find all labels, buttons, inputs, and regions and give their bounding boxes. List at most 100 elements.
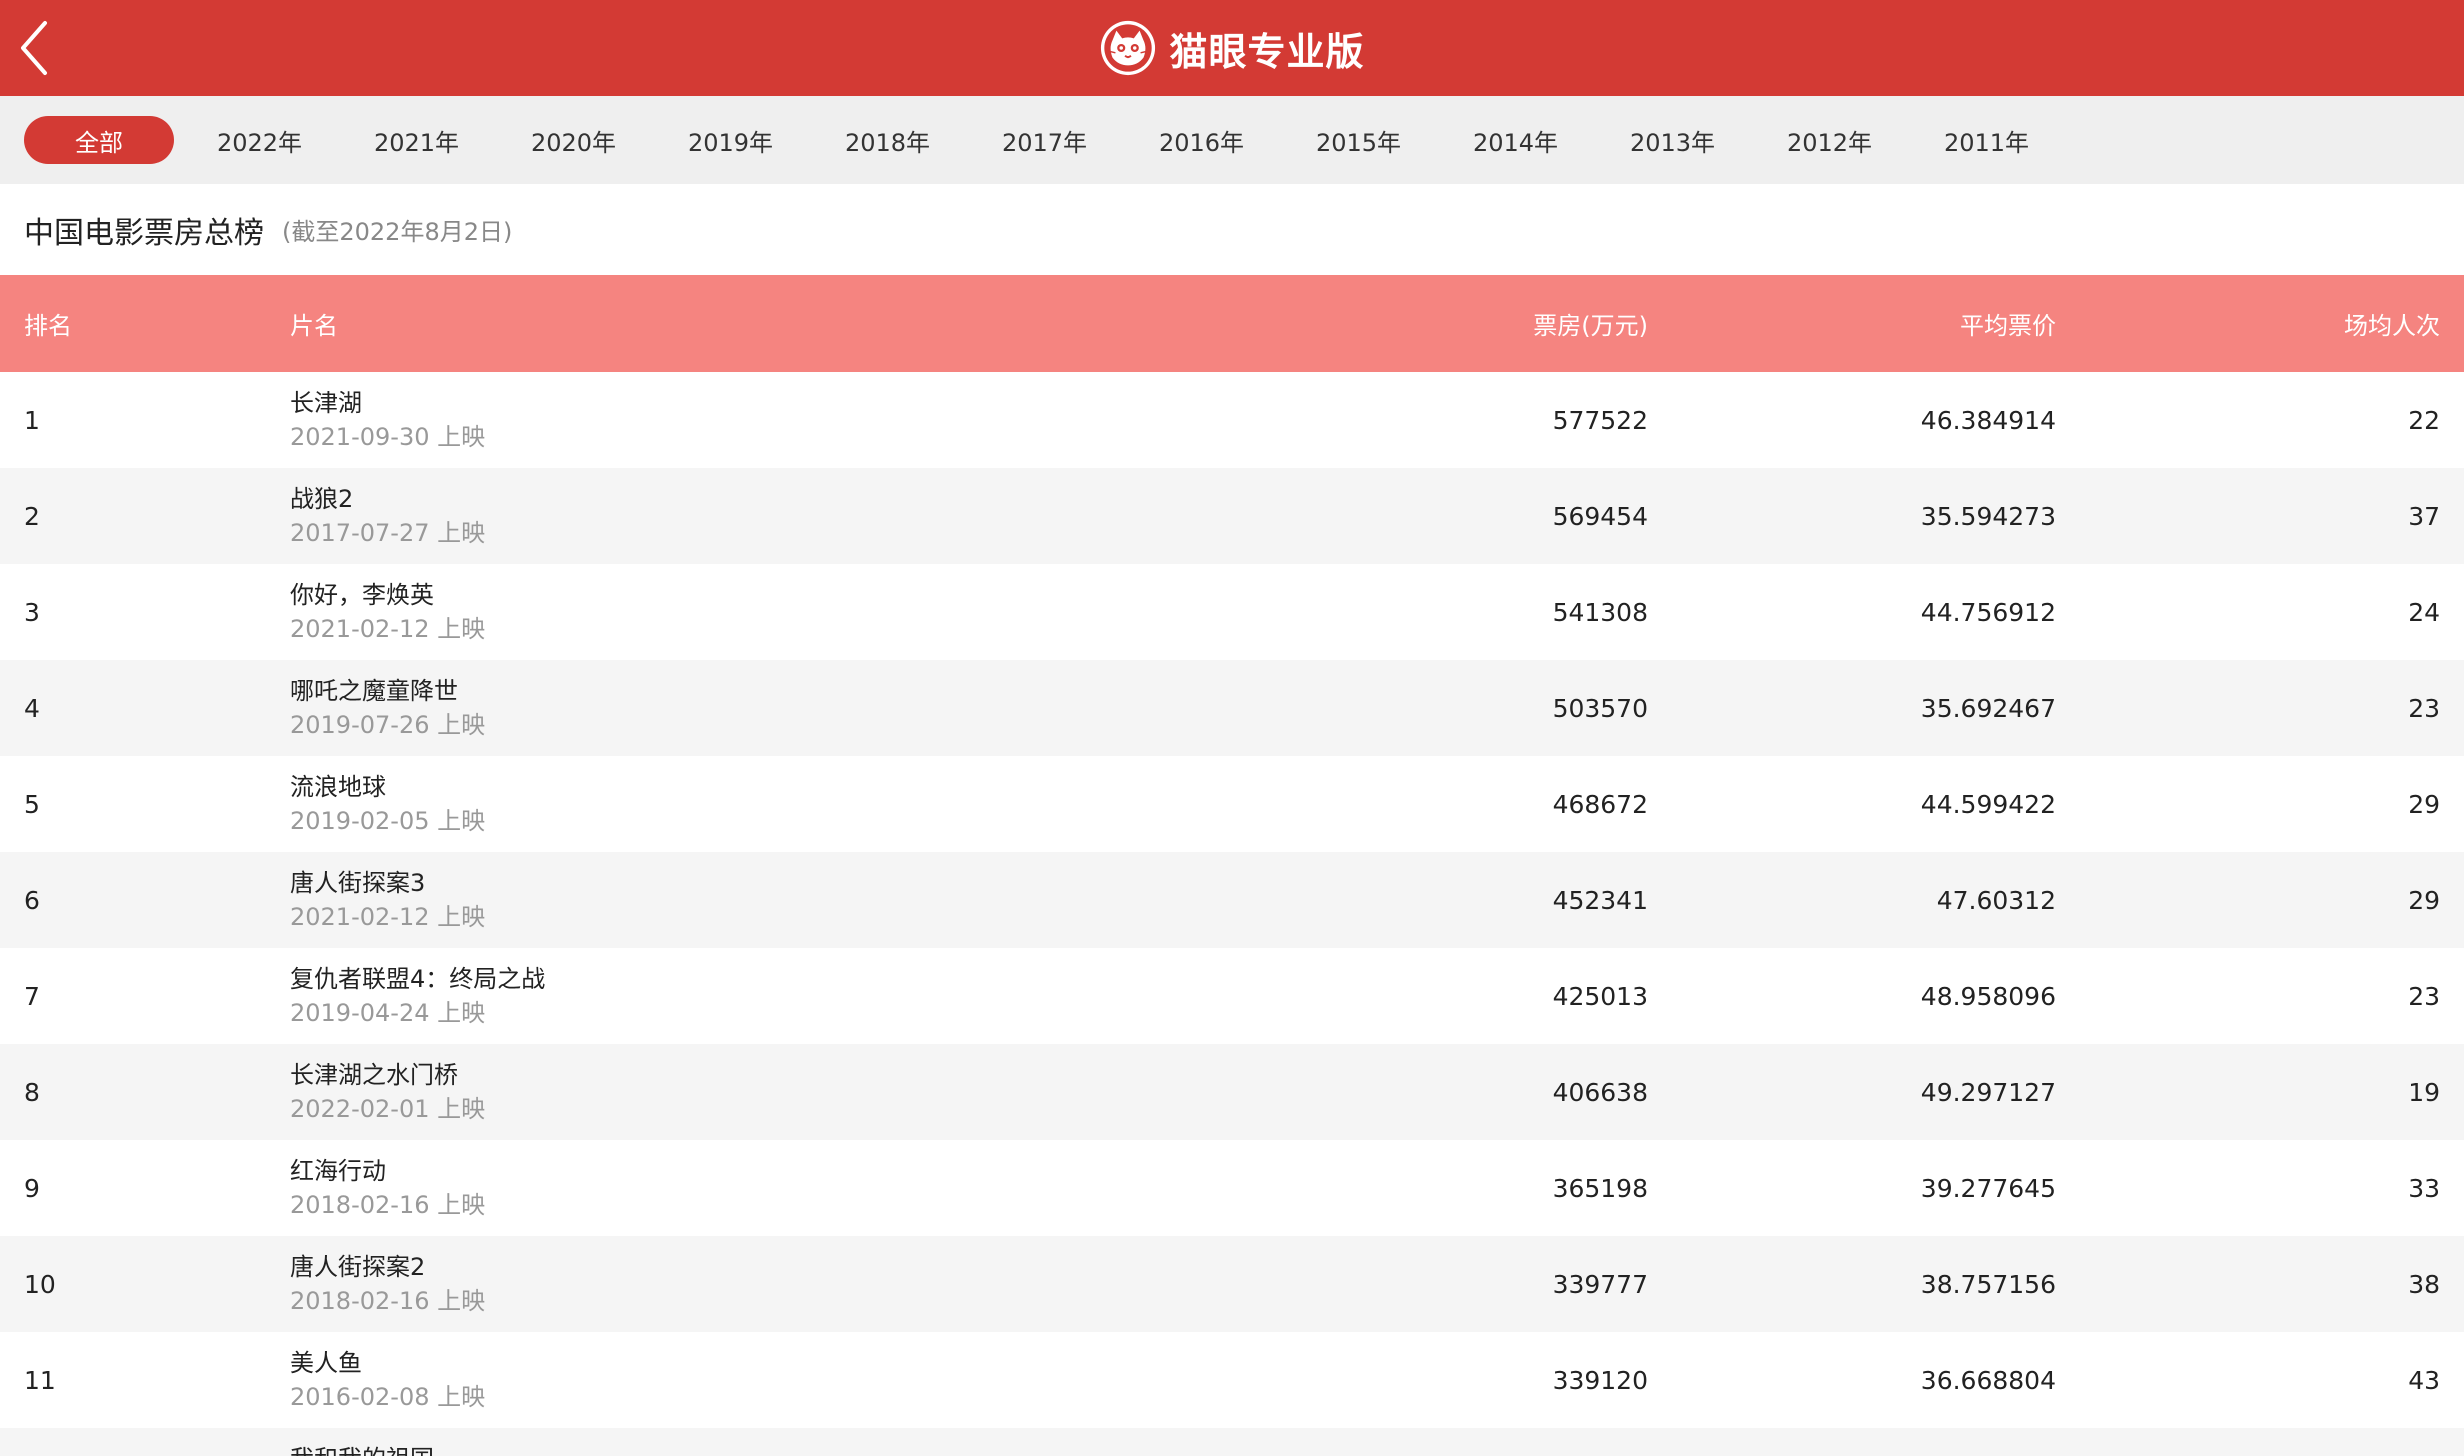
year-tab-bar: 全部 2022年 2021年 2020年 2019年 2018年 2017年 2016年 201… <box>0 96 2464 184</box>
movie-title: 我和我的祖国 <box>290 1442 1278 1456</box>
table-row[interactable]: 11 美人鱼 2016-02-08 上映 339120 36.668804 43 <box>0 1332 2464 1428</box>
movie-title: 唐人街探案3 <box>290 869 426 897</box>
box-office-cell: 339120 <box>1552 1365 1648 1395</box>
avg-price-cell: 46.384914 <box>1920 405 2056 435</box>
release-date: 2018-02-16 上映 <box>290 1287 486 1315</box>
avg-price-cell: 35.594273 <box>1920 501 2056 531</box>
box-office-cell: 365198 <box>1552 1173 1648 1203</box>
column-header-rank[interactable]: 排名 <box>0 306 290 341</box>
movie-title: 复仇者联盟4：终局之战 <box>290 965 546 993</box>
table-row[interactable]: 5 流浪地球 2019-02-05 上映 468672 44.599422 29 <box>0 756 2464 852</box>
table-row[interactable]: 8 长津湖之水门桥 2022-02-01 上映 406638 49.297127 19 <box>0 1044 2464 1140</box>
movie-title: 你好，李焕英 <box>290 581 434 609</box>
box-office-cell: 339777 <box>1552 1269 1648 1299</box>
back-button[interactable] <box>14 16 54 80</box>
movie-cell: 你好，李焕英 2021-02-12 上映 <box>290 578 1278 646</box>
movie-title: 美人鱼 <box>290 1349 362 1377</box>
table-row[interactable]: 9 红海行动 2018-02-16 上映 365198 39.277645 33 <box>0 1140 2464 1236</box>
rank-cell: 5 <box>24 789 40 819</box>
column-header-name[interactable]: 片名 <box>290 306 1278 341</box>
app-root: 猫眼专业版 全部 2022年 2021年 2020年 2019年 2018年 2017年 20… <box>0 0 2464 1456</box>
page-title: 中国电影票房总榜 <box>24 215 264 251</box>
movie-cell: 美人鱼 2016-02-08 上映 <box>290 1346 1278 1414</box>
release-date: 2019-04-24 上映 <box>290 999 486 1027</box>
avg-attendance-cell: 43 <box>2408 1365 2440 1395</box>
year-tab[interactable]: 2021年 <box>338 116 495 164</box>
year-tab[interactable]: 2012年 <box>1751 116 1908 164</box>
year-tab[interactable]: 2017年 <box>966 116 1123 164</box>
column-header-avg-attendance[interactable]: 场均人次 <box>2056 306 2464 341</box>
movie-cell: 唐人街探案2 2018-02-16 上映 <box>290 1250 1278 1318</box>
box-office-cell: 452341 <box>1552 885 1648 915</box>
avg-price-cell: 48.958096 <box>1920 981 2056 1011</box>
box-office-cell: 425013 <box>1552 981 1648 1011</box>
rank-cell: 7 <box>24 981 40 1011</box>
release-date: 2021-09-30 上映 <box>290 423 486 451</box>
release-date: 2018-02-16 上映 <box>290 1191 486 1219</box>
table-row[interactable]: 12我和我的祖国2019-09-30 上映317173 <box>0 1428 2464 1456</box>
table-row[interactable]: 10 唐人街探案2 2018-02-16 上映 339777 38.757156 38 <box>0 1236 2464 1332</box>
year-tab[interactable]: 2015年 <box>1280 116 1437 164</box>
year-tab[interactable]: 2011年 <box>1908 116 2065 164</box>
year-tab[interactable]: 2018年 <box>809 116 966 164</box>
column-header-avg-price[interactable]: 平均票价 <box>1648 306 2056 341</box>
page-subtitle: (截至2022年8月2日) <box>282 218 513 246</box>
rank-cell: 1 <box>24 405 40 435</box>
table-row[interactable]: 4 哪吒之魔童降世 2019-07-26 上映 503570 35.692467 23 <box>0 660 2464 756</box>
movie-cell: 红海行动 2018-02-16 上映 <box>290 1154 1278 1222</box>
year-tab[interactable]: 2022年 <box>181 116 338 164</box>
release-date: 2021-02-12 上映 <box>290 615 486 643</box>
avg-attendance-cell: 33 <box>2408 1173 2440 1203</box>
year-tab[interactable]: 2013年 <box>1594 116 1751 164</box>
movie-cell: 流浪地球 2019-02-05 上映 <box>290 770 1278 838</box>
cat-logo-icon <box>1101 20 1156 76</box>
avg-price-cell: 44.756912 <box>1920 597 2056 627</box>
table-row[interactable]: 6 唐人街探案3 2021-02-12 上映 452341 47.60312 29 <box>0 852 2464 948</box>
table-row[interactable]: 3 你好，李焕英 2021-02-12 上映 541308 44.756912 24 <box>0 564 2464 660</box>
movie-cell: 唐人街探案3 2021-02-12 上映 <box>290 866 1278 934</box>
release-date: 2022-02-01 上映 <box>290 1095 486 1123</box>
movie-cell: 哪吒之魔童降世 2019-07-26 上映 <box>290 674 1278 742</box>
rank-cell: 2 <box>24 501 40 531</box>
year-tab[interactable]: 2014年 <box>1437 116 1594 164</box>
box-office-cell: 468672 <box>1552 789 1648 819</box>
chevron-left-icon <box>21 21 47 75</box>
release-date: 2019-07-26 上映 <box>290 711 486 739</box>
avg-price-cell: 35.692467 <box>1920 693 2056 723</box>
avg-price-cell: 44.599422 <box>1920 789 2056 819</box>
avg-attendance-cell: 23 <box>2408 981 2440 1011</box>
rank-cell: 10 <box>24 1269 56 1299</box>
avg-attendance-cell: 23 <box>2408 693 2440 723</box>
release-date: 2017-07-27 上映 <box>290 519 486 547</box>
table-row[interactable]: 7 复仇者联盟4：终局之战 2019-04-24 上映 425013 48.958096… <box>0 948 2464 1044</box>
year-tab-all[interactable]: 全部 <box>24 116 174 164</box>
movie-title: 唐人街探案2 <box>290 1253 426 1281</box>
rank-cell: 11 <box>24 1365 56 1395</box>
top-header: 猫眼专业版 <box>0 0 2464 96</box>
avg-attendance-cell: 38 <box>2408 1269 2440 1299</box>
year-tab[interactable]: 2016年 <box>1123 116 1280 164</box>
avg-price-cell: 39.277645 <box>1920 1173 2056 1203</box>
movie-cell: 长津湖之水门桥 2022-02-01 上映 <box>290 1058 1278 1126</box>
rank-cell: 4 <box>24 693 40 723</box>
box-office-cell: 406638 <box>1552 1077 1648 1107</box>
avg-price-cell: 47.60312 <box>1936 885 2056 915</box>
box-office-cell: 569454 <box>1552 501 1648 531</box>
year-tab[interactable]: 2019年 <box>652 116 809 164</box>
movie-title: 红海行动 <box>290 1157 386 1185</box>
box-office-cell: 541308 <box>1552 597 1648 627</box>
movie-cell: 我和我的祖国2019-09-30 上映 <box>290 1442 1278 1456</box>
movie-title: 哪吒之魔童降世 <box>290 677 458 705</box>
column-header-box-office[interactable]: 票房(万元) <box>1278 306 1648 341</box>
table-row[interactable]: 2 战狼2 2017-07-27 上映 569454 35.594273 37 <box>0 468 2464 564</box>
movie-cell: 战狼2 2017-07-27 上映 <box>290 482 1278 550</box>
avg-attendance-cell: 19 <box>2408 1077 2440 1107</box>
brand: 猫眼专业版 <box>1099 19 1364 77</box>
avg-attendance-cell: 29 <box>2408 885 2440 915</box>
year-tab[interactable]: 2020年 <box>495 116 652 164</box>
avg-attendance-cell: 29 <box>2408 789 2440 819</box>
table-row[interactable]: 1 长津湖 2021-09-30 上映 577522 46.384914 22 <box>0 372 2464 468</box>
avg-price-cell: 38.757156 <box>1920 1269 2056 1299</box>
movie-cell: 长津湖 2021-09-30 上映 <box>290 386 1278 454</box>
box-office-cell: 577522 <box>1552 405 1648 435</box>
